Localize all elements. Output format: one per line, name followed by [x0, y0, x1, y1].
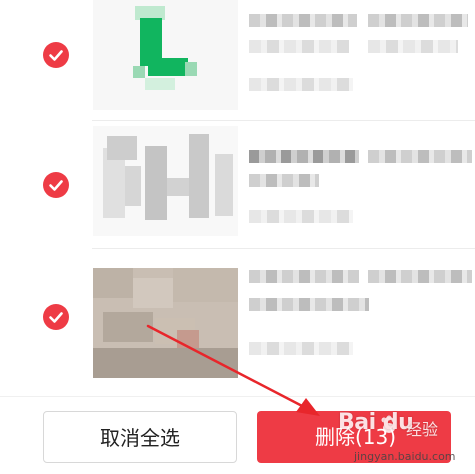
item-title-line	[249, 270, 359, 283]
baidu-jingyan-watermark: Bai du 经验 jingyan.baidu.com	[318, 410, 468, 470]
watermark-domain: jingyan.baidu.com	[354, 450, 456, 463]
row-divider	[92, 120, 475, 121]
item-meta-line	[368, 40, 458, 53]
list-item[interactable]	[0, 250, 475, 378]
item-meta-line	[249, 174, 319, 187]
item-subline	[249, 78, 353, 91]
item-thumbnail	[93, 126, 238, 236]
list-item[interactable]	[0, 0, 475, 118]
item-meta-line	[249, 40, 349, 53]
watermark-jingyan: 经验	[406, 420, 439, 439]
watermark-brand: Bai du	[338, 410, 414, 435]
row-divider	[92, 248, 475, 249]
item-thumbnail	[93, 0, 238, 110]
item-title-line	[368, 270, 472, 283]
item-title-line	[249, 14, 357, 27]
item-title-line	[249, 150, 359, 163]
deselect-all-button[interactable]: 取消全选	[43, 411, 237, 463]
list-item[interactable]	[0, 124, 475, 242]
delete-selection-screen: 取消全选 删除(13) Bai du 经验 jingyan.baidu.com	[0, 0, 475, 474]
item-title-line	[368, 14, 468, 27]
selected-check-icon[interactable]	[43, 172, 69, 198]
item-subline	[249, 342, 353, 355]
item-thumbnail	[93, 268, 238, 378]
selected-check-icon[interactable]	[43, 304, 69, 330]
selected-check-icon[interactable]	[43, 42, 69, 68]
item-title-line	[368, 150, 472, 163]
item-meta-line	[249, 298, 369, 311]
item-subline	[249, 210, 353, 223]
